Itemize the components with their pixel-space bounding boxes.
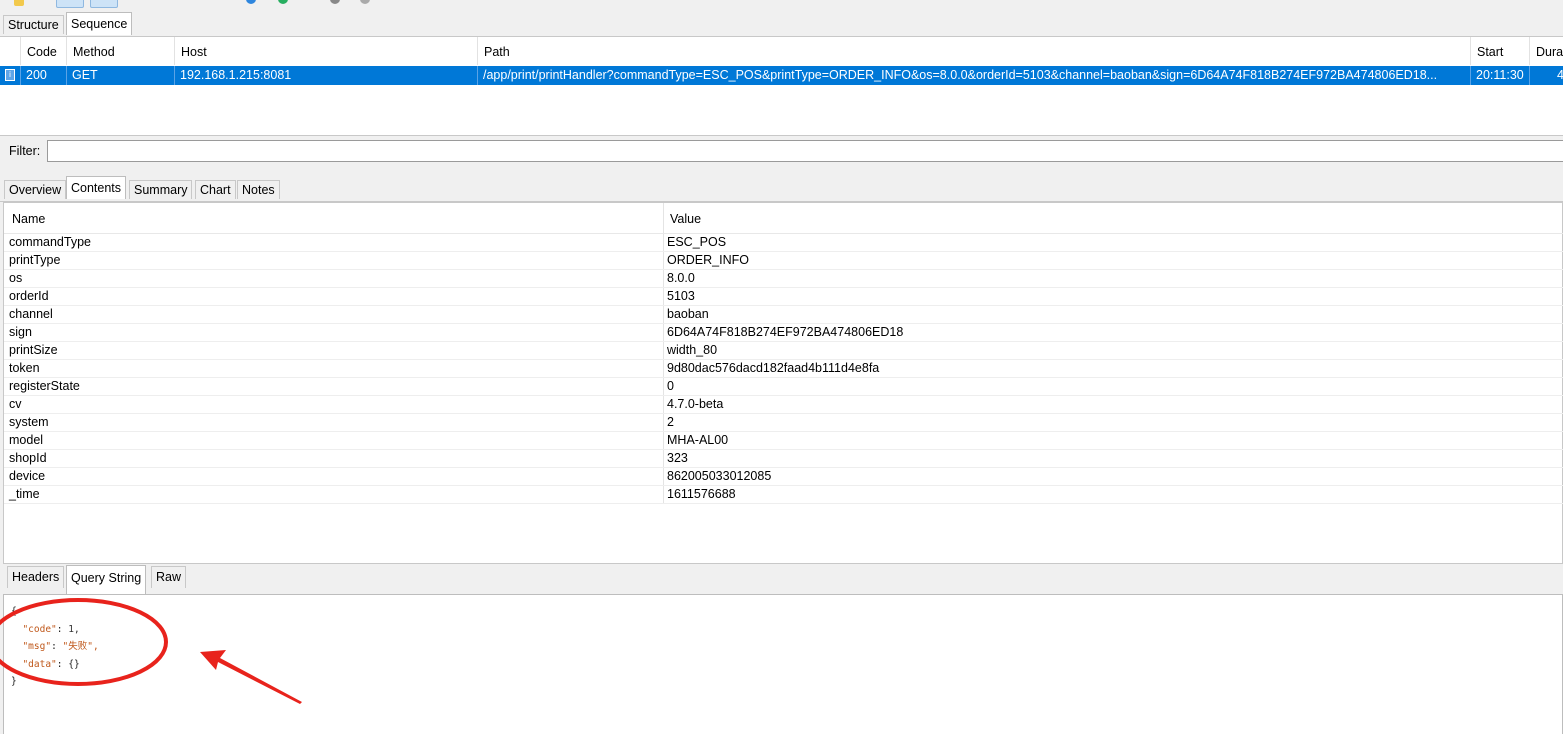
table-row[interactable]: commandType ESC_POS: [4, 233, 1563, 252]
toolbar-button-selected[interactable]: [90, 0, 118, 8]
cell-code: 200: [21, 66, 67, 85]
param-value: 6D64A74F818B274EF972BA474806ED18: [667, 325, 904, 339]
table-row[interactable]: os 8.0.0: [4, 269, 1563, 288]
table-row[interactable]: device 862005033012085: [4, 467, 1563, 486]
cell-host: 192.168.1.215:8081: [175, 66, 478, 85]
param-name: shopId: [9, 451, 47, 465]
column-header-name[interactable]: Name: [12, 203, 45, 233]
param-name: device: [9, 469, 46, 483]
param-value: 0: [667, 379, 674, 393]
param-value: 8.0.0: [667, 271, 695, 285]
table-row[interactable]: printSize width_80: [4, 341, 1563, 360]
column-header-duration[interactable]: Dura: [1530, 37, 1563, 65]
toolbar: [0, 0, 1563, 8]
table-row[interactable]: shopId 323: [4, 449, 1563, 468]
param-name: cv: [9, 397, 22, 411]
param-name: system: [9, 415, 49, 429]
row-icon-cell: i: [0, 66, 21, 85]
table-row[interactable]: printType ORDER_INFO: [4, 251, 1563, 270]
toolbar-icon[interactable]: [278, 0, 288, 4]
table-row[interactable]: registerState 0: [4, 377, 1563, 396]
column-header-value[interactable]: Value: [670, 203, 701, 233]
tab-structure[interactable]: Structure: [3, 15, 64, 34]
toolbar-icon[interactable]: [330, 0, 340, 4]
param-value: 862005033012085: [667, 469, 772, 483]
param-name: registerState: [9, 379, 80, 393]
param-name: os: [9, 271, 23, 285]
table-row[interactable]: cv 4.7.0-beta: [4, 395, 1563, 414]
toolbar-button[interactable]: [14, 0, 24, 6]
toolbar-button-selected[interactable]: [56, 0, 84, 8]
column-header-code[interactable]: Code: [21, 37, 67, 65]
param-value: 1611576688: [667, 487, 736, 501]
tab-raw[interactable]: Raw: [151, 566, 187, 588]
annotation-circle: [0, 598, 168, 686]
column-header-host[interactable]: Host: [175, 37, 478, 65]
param-value: width_80: [667, 343, 718, 357]
param-value: 323: [667, 451, 688, 465]
cell-duration: 4: [1530, 66, 1563, 85]
column-header-path[interactable]: Path: [478, 37, 1471, 65]
table-row-selected[interactable]: i 200 GET 192.168.1.215:8081 /app/print/…: [0, 66, 1563, 85]
table-row[interactable]: token 9d80dac576dacd182faad4b111d4e8fa: [4, 359, 1563, 378]
param-name: commandType: [9, 235, 91, 249]
tab-contents[interactable]: Contents: [66, 176, 127, 199]
query-params-table: Name Value commandType ESC_POS printType OR…: [3, 202, 1563, 564]
request-tabs: Headers Query String Raw: [0, 565, 1563, 594]
param-name: printSize: [9, 343, 58, 357]
param-name: printType: [9, 253, 61, 267]
table-row[interactable]: sign 6D64A74F818B274EF972BA474806ED18: [4, 323, 1563, 342]
param-value: 2: [667, 415, 674, 429]
sequence-table-header: Code Method Host Path Start Dura: [0, 37, 1563, 65]
tab-notes[interactable]: Notes: [237, 180, 280, 199]
param-value: 4.7.0-beta: [667, 397, 724, 411]
params-table-header: Name Value: [4, 203, 1563, 234]
table-row[interactable]: channel baoban: [4, 305, 1563, 324]
param-value: MHA-AL00: [667, 433, 729, 447]
column-header-start[interactable]: Start: [1471, 37, 1530, 65]
annotation-arrow-icon: [200, 650, 302, 704]
request-icon: i: [5, 69, 15, 81]
tab-headers[interactable]: Headers: [7, 566, 65, 588]
param-value: baoban: [667, 307, 709, 321]
param-name: token: [9, 361, 40, 375]
cell-start: 20:11:30: [1471, 66, 1530, 85]
view-tabs: Structure Sequence: [0, 12, 1563, 36]
table-row[interactable]: system 2: [4, 413, 1563, 432]
toolbar-icon[interactable]: [360, 0, 370, 4]
param-name: channel: [9, 307, 53, 321]
cell-method: GET: [67, 66, 175, 85]
param-name: _time: [9, 487, 40, 501]
sequence-table: Code Method Host Path Start Dura i 200 G…: [0, 36, 1563, 136]
param-value: 9d80dac576dacd182faad4b111d4e8fa: [667, 361, 880, 375]
table-row[interactable]: model MHA-AL00: [4, 431, 1563, 450]
param-value: ESC_POS: [667, 235, 727, 249]
param-name: model: [9, 433, 44, 447]
param-value: ORDER_INFO: [667, 253, 749, 267]
param-value: 5103: [667, 289, 695, 303]
table-row[interactable]: _time 1611576688: [4, 485, 1563, 504]
column-header-method[interactable]: Method: [67, 37, 175, 65]
param-name: orderId: [9, 289, 49, 303]
tab-overview[interactable]: Overview: [4, 180, 67, 199]
tab-summary[interactable]: Summary: [129, 180, 193, 199]
filter-input[interactable]: [47, 140, 1563, 162]
filter-label: Filter:: [9, 144, 41, 158]
header-spacer: [0, 37, 21, 65]
table-row[interactable]: orderId 5103: [4, 287, 1563, 306]
detail-tabs: Overview Contents Summary Chart Notes: [0, 176, 1563, 202]
tab-chart[interactable]: Chart: [195, 180, 236, 199]
toolbar-icon[interactable]: [246, 0, 256, 4]
cell-path: /app/print/printHandler?commandType=ESC_…: [478, 66, 1471, 85]
tab-sequence[interactable]: Sequence: [66, 12, 133, 35]
param-name: sign: [9, 325, 32, 339]
tab-query-string[interactable]: Query String: [66, 565, 147, 594]
